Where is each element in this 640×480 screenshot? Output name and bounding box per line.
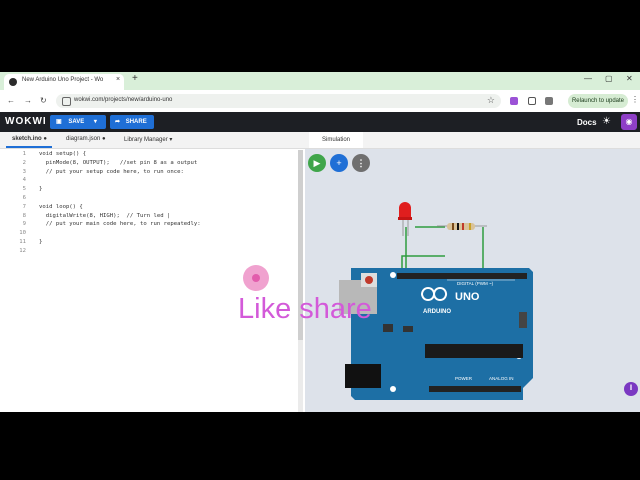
power-label: POWER <box>455 376 473 381</box>
board-model-text: UNO <box>455 291 480 303</box>
resistor[interactable] <box>437 223 487 230</box>
new-tab-button[interactable]: + <box>132 73 138 84</box>
browser-tab-strip: New Arduino Uno Project - Wo × + — ▢ ✕ <box>0 72 640 90</box>
save-icon: ▣ <box>56 119 62 125</box>
code-text: } <box>39 238 43 245</box>
share-button[interactable]: ➦ SHARE <box>110 115 154 129</box>
code-line[interactable]: 11} <box>0 238 298 247</box>
avatar[interactable]: ◉ <box>621 114 637 130</box>
code-line[interactable]: 5} <box>0 185 298 194</box>
wokwi-header: WOKWI ▣ SAVE ▾ ➦ SHARE Docs ☀ ◉ <box>0 112 640 132</box>
reload-icon[interactable]: ↻ <box>40 96 47 105</box>
code-text: void loop() { <box>39 203 83 210</box>
code-line[interactable]: 7 void loop() { <box>0 203 298 212</box>
tab-close-icon[interactable]: × <box>116 76 120 83</box>
line-number: 5 <box>22 186 26 193</box>
code-line[interactable]: 4 <box>0 176 298 185</box>
touch-indicator <box>243 265 269 291</box>
code-line[interactable]: 9 // put your main code here, to run rep… <box>0 220 298 229</box>
code-line[interactable]: 6 <box>0 194 298 203</box>
site-info-icon[interactable] <box>62 97 71 106</box>
code-text: // put your main code here, to run repea… <box>39 221 201 228</box>
save-button-label: SAVE <box>68 119 85 125</box>
led[interactable] <box>398 202 412 236</box>
browser-menu-icon[interactable]: ⋮ <box>631 95 639 104</box>
browser-window: New Arduino Uno Project - Wo × + — ▢ ✕ ←… <box>0 72 640 412</box>
circuit-canvas[interactable]: UNO ARDUINO DIGITAL (PWM ~) POWER ANALOG… <box>305 132 640 412</box>
address-bar[interactable]: wokwi.com/projects/new/arduino-uno ☆ <box>56 94 501 108</box>
close-window-button[interactable]: ✕ <box>626 74 633 83</box>
forward-icon[interactable]: → <box>24 96 32 105</box>
code-text: digitalWrite(8, HIGH); // Turn led | <box>39 212 171 219</box>
share-button-label: SHARE <box>125 119 147 125</box>
digital-label: DIGITAL (PWM ~) <box>457 281 494 286</box>
code-line[interactable]: 1 void setup() { <box>0 150 298 159</box>
address-bar-row: ← → ↻ wokwi.com/projects/new/arduino-uno… <box>0 90 640 113</box>
wokwi-logo[interactable]: WOKWI <box>5 116 47 127</box>
line-number: 6 <box>22 194 26 201</box>
editor-scrollbar[interactable] <box>298 150 303 412</box>
extension-icon[interactable] <box>510 97 518 105</box>
bookmark-star-icon[interactable]: ☆ <box>487 95 495 106</box>
code-line[interactable]: 2 pinMode(8, OUTPUT); //set pin 8 as a o… <box>0 159 298 168</box>
url-text: wokwi.com/projects/new/arduino-uno <box>74 97 173 103</box>
line-number: 2 <box>22 159 26 166</box>
code-text: void setup() { <box>39 151 87 157</box>
minimize-button[interactable]: — <box>584 74 592 83</box>
code-line[interactable]: 10 <box>0 229 298 238</box>
maximize-button[interactable]: ▢ <box>605 74 613 83</box>
code-text: pinMode(8, OUTPUT); //set pin 8 as a out… <box>39 159 198 166</box>
tab-library-manager[interactable]: Library Manager ▾ <box>124 136 172 143</box>
line-number: 9 <box>22 221 26 228</box>
chevron-down-icon[interactable]: ▾ <box>94 119 97 125</box>
favicon-icon <box>9 78 17 86</box>
code-text: } <box>39 186 43 193</box>
line-number: 4 <box>22 177 26 184</box>
share-icon: ➦ <box>115 119 121 125</box>
line-number: 12 <box>19 247 26 254</box>
line-number: 10 <box>19 230 26 237</box>
browser-tab-title: New Arduino Uno Project - Wo <box>22 77 104 83</box>
line-number: 11 <box>19 238 26 245</box>
overlay-caption: Like share <box>238 293 372 325</box>
back-icon[interactable]: ← <box>7 96 15 105</box>
save-button[interactable]: ▣ SAVE ▾ <box>50 115 106 129</box>
profile-icon[interactable] <box>545 97 553 105</box>
active-tab-indicator <box>6 146 52 148</box>
line-number: 3 <box>22 168 26 175</box>
simulation-pane: Simulation ▶ + ⋮ UNO ARDUINO DIGITAL (PW… <box>305 132 640 412</box>
code-area[interactable]: 1 void setup() { 2 pinMode(8, OUTPUT); //s… <box>0 150 298 256</box>
code-line[interactable]: 3 // put your setup code here, to run on… <box>0 168 298 177</box>
tab-diagram-json[interactable]: diagram.json ● <box>66 136 106 142</box>
line-number: 8 <box>22 212 26 219</box>
code-line[interactable]: 12 <box>0 247 298 256</box>
code-text: // put your setup code here, to run once… <box>39 168 184 175</box>
docs-link[interactable]: Docs <box>577 118 597 127</box>
editor-tabs: sketch.ino ● diagram.json ● Library Mana… <box>0 132 305 149</box>
code-line[interactable]: 8 digitalWrite(8, HIGH); // Turn led | <box>0 212 298 221</box>
line-number: 7 <box>22 203 26 210</box>
line-number: 1 <box>22 151 26 157</box>
tab-sketch-ino[interactable]: sketch.ino ● <box>12 136 47 142</box>
relaunch-button[interactable]: Relaunch to update <box>568 94 628 108</box>
side-panel-icon[interactable]: ‖ <box>624 382 638 396</box>
extensions-puzzle-icon[interactable] <box>528 97 536 105</box>
board-brand-text: ARDUINO <box>423 309 451 315</box>
analog-label: ANALOG IN <box>489 376 514 381</box>
browser-tab[interactable]: New Arduino Uno Project - Wo × <box>4 74 124 90</box>
theme-toggle-icon[interactable]: ☀ <box>602 116 611 127</box>
